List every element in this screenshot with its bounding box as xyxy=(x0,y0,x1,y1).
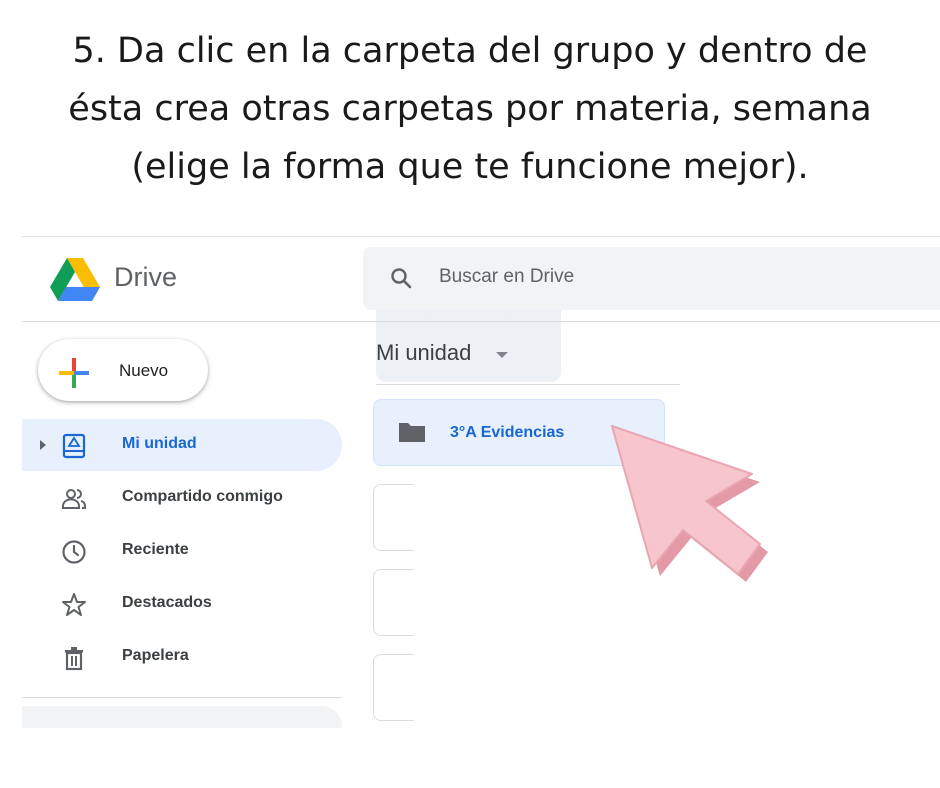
search-icon[interactable] xyxy=(389,266,413,290)
file-card-placeholder[interactable] xyxy=(373,654,414,721)
new-button[interactable]: Nuevo xyxy=(38,339,208,401)
folder-icon xyxy=(399,423,425,442)
shared-people-icon xyxy=(62,489,86,509)
drive-logo-icon xyxy=(50,258,100,301)
section-title[interactable]: Mi unidad xyxy=(376,340,471,366)
section-divider xyxy=(376,384,680,385)
plus-icon xyxy=(59,358,89,388)
drive-folder-icon xyxy=(62,433,86,459)
file-card-placeholder[interactable] xyxy=(373,569,414,636)
sidebar-item-label: Destacados xyxy=(122,594,212,611)
search-input[interactable]: Buscar en Drive xyxy=(439,266,574,288)
search-bar[interactable]: Buscar en Drive xyxy=(363,247,940,310)
drive-screenshot: PIZCAS Drive Buscar en Drive Nuevo Mi un… xyxy=(22,236,940,728)
clock-icon xyxy=(62,540,86,564)
instruction-text: 5. Da clic en la carpeta del grupo y den… xyxy=(0,22,940,196)
folder-name: 3°A Evidencias xyxy=(450,424,565,441)
sidebar-item-label: Papelera xyxy=(122,647,189,664)
sidebar-item-destacados[interactable]: Destacados xyxy=(22,578,342,630)
pointer-arrow-icon xyxy=(611,425,768,582)
sidebar-item-label: Mi unidad xyxy=(122,435,197,452)
header-divider xyxy=(22,321,940,322)
sidebar-item-storage[interactable] xyxy=(22,706,342,728)
sidebar-item-compartido[interactable]: Compartido conmigo xyxy=(22,472,342,524)
sidebar-item-reciente[interactable]: Reciente xyxy=(22,525,342,577)
app-brand: Drive xyxy=(114,262,178,292)
sidebar-divider xyxy=(22,697,342,698)
instruction-line-2: ésta crea otras carpetas por materia, se… xyxy=(68,89,872,129)
top-divider xyxy=(22,236,940,237)
instruction-line-1: 5. Da clic en la carpeta del grupo y den… xyxy=(72,31,868,71)
new-button-label: Nuevo xyxy=(119,361,169,380)
instruction-line-3: (elige la forma que te funcione mejor). xyxy=(131,147,809,187)
sidebar-item-label: Compartido conmigo xyxy=(122,488,283,505)
sidebar-item-label: Reciente xyxy=(122,541,189,558)
dropdown-arrow-icon[interactable] xyxy=(496,352,508,358)
trash-icon xyxy=(65,647,83,671)
sidebar-item-mi-unidad[interactable]: Mi unidad xyxy=(22,419,342,471)
star-icon xyxy=(62,593,86,616)
sidebar-item-papelera[interactable]: Papelera xyxy=(22,631,342,683)
expand-arrow-icon[interactable] xyxy=(40,440,46,450)
file-card-placeholder[interactable] xyxy=(373,484,414,551)
